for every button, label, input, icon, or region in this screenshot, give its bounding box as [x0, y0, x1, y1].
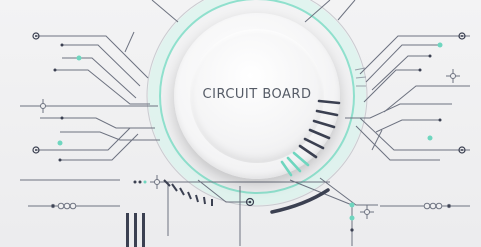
- dial-title: CIRCUIT BOARD: [202, 87, 312, 102]
- circuit-board-illustration: CIRCUIT BOARD: [0, 0, 481, 247]
- dial-indicator-ticks: [280, 99, 341, 177]
